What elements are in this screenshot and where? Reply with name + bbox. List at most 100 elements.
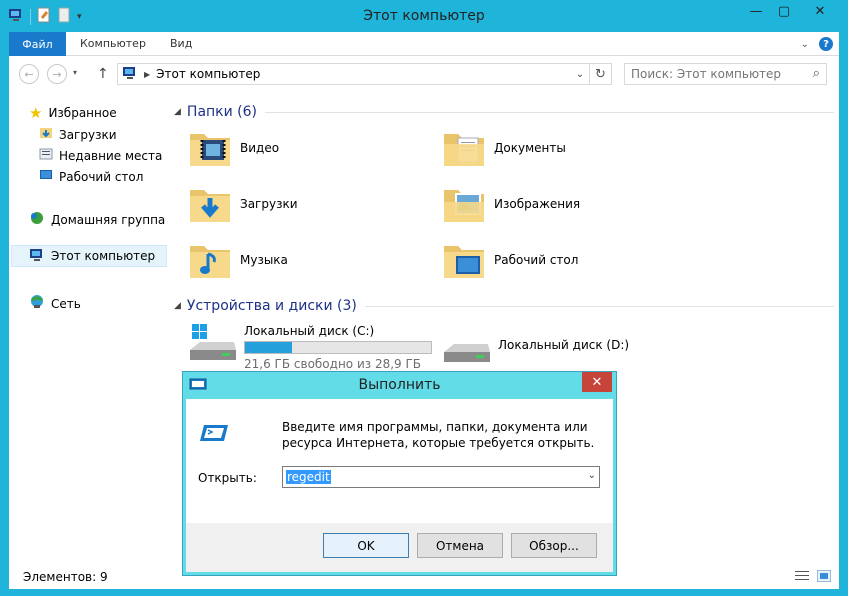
chevron-down-icon[interactable]: ⌄: [588, 470, 596, 481]
devices-group-header[interactable]: ◢ Устройства и диски (3): [174, 298, 834, 314]
drive-icon: [440, 332, 492, 372]
downloads-folder-icon: [39, 126, 53, 143]
drive-usage-bar: [244, 341, 432, 354]
folder-documents[interactable]: Документы: [442, 126, 566, 170]
forward-button[interactable]: →: [47, 64, 67, 84]
title-bar: ▾ Этот компьютер — ▢ ✕: [0, 0, 848, 32]
dialog-body: Введите имя программы, папки, документа …: [186, 399, 613, 572]
maximize-button[interactable]: ▢: [770, 0, 798, 22]
ribbon-tabs: Файл Компьютер Вид ⌄ ?: [9, 32, 839, 56]
close-button[interactable]: ✕: [798, 0, 842, 22]
sidebar-item-label: Рабочий стол: [59, 169, 144, 184]
network-icon: [29, 294, 45, 313]
sidebar-item-homegroup[interactable]: Домашняя группа: [29, 210, 165, 229]
folder-label: Музыка: [240, 253, 288, 267]
large-icons-view-icon[interactable]: [816, 569, 832, 585]
recent-locations-icon[interactable]: ▾: [73, 68, 77, 77]
tab-computer[interactable]: Компьютер: [80, 37, 146, 50]
drive-d[interactable]: Локальный диск (D:): [440, 332, 629, 372]
search-box[interactable]: ⌕: [624, 63, 827, 85]
folder-downloads[interactable]: Загрузки: [188, 182, 298, 226]
view-switcher: [795, 569, 832, 585]
breadcrumb[interactable]: Этот компьютер: [156, 67, 260, 81]
desktop-folder-icon: [442, 238, 486, 282]
collapse-icon[interactable]: ◢: [174, 107, 181, 117]
computer-icon: [29, 248, 45, 265]
sidebar-item-label: Избранное: [48, 106, 117, 120]
window-title: Этот компьютер: [363, 8, 485, 24]
star-icon: ★: [29, 104, 43, 122]
sidebar-item-label: Сеть: [51, 296, 81, 311]
open-combobox[interactable]: regedit ⌄: [282, 466, 600, 488]
minimize-button[interactable]: —: [742, 0, 770, 22]
ribbon-right: ⌄ ?: [801, 37, 833, 51]
sidebar-item-label: Недавние места: [59, 148, 163, 163]
folder-label: Загрузки: [240, 197, 298, 211]
navigation-bar: ← → ▾ ↑ ▶ Этот компьютер ⌄ ↻ ⌕: [9, 59, 839, 89]
folder-label: Рабочий стол: [494, 253, 579, 267]
dialog-close-button[interactable]: ✕: [582, 372, 612, 392]
sidebar-item-label: Домашняя группа: [51, 212, 166, 227]
system-drive-icon: [186, 322, 238, 370]
folder-music[interactable]: Музыка: [188, 238, 288, 282]
explorer-window: ▾ Этот компьютер — ▢ ✕ Файл Компьютер Ви…: [0, 0, 848, 596]
browse-button[interactable]: Обзор...: [511, 533, 597, 558]
sidebar-item-desktop[interactable]: Рабочий стол: [39, 168, 143, 185]
drive-free-space: 21,6 ГБ свободно из 28,9 ГБ: [244, 357, 422, 371]
sidebar-item-network[interactable]: Сеть: [29, 294, 81, 313]
documents-folder-icon: [442, 126, 486, 170]
open-input-value[interactable]: regedit: [286, 470, 331, 484]
expand-ribbon-icon[interactable]: ⌄: [801, 39, 809, 50]
computer-icon: [122, 66, 138, 83]
tab-view[interactable]: Вид: [170, 37, 192, 50]
sidebar-item-favorites[interactable]: ★ Избранное: [29, 104, 117, 122]
sidebar-item-label: Загрузки: [59, 127, 117, 142]
help-icon[interactable]: ?: [819, 37, 833, 51]
drive-label: Локальный диск (D:): [498, 338, 630, 352]
drive-info: Локальный диск (C:) 21,6 ГБ свободно из …: [244, 322, 432, 371]
folder-pictures[interactable]: Изображения: [442, 182, 580, 226]
back-button[interactable]: ←: [19, 64, 39, 84]
tab-file[interactable]: Файл: [9, 32, 66, 56]
music-folder-icon: [188, 238, 232, 282]
group-divider: [265, 111, 834, 113]
search-input[interactable]: [631, 67, 791, 81]
item-count: Элементов: 9: [23, 570, 108, 584]
open-label: Открыть:: [198, 471, 257, 485]
group-label: Устройства и диски (3): [186, 298, 357, 314]
sidebar-item-downloads[interactable]: Загрузки: [39, 126, 117, 143]
run-dialog: Выполнить ✕ Введите имя программы, папки…: [182, 371, 617, 576]
collapse-icon[interactable]: ◢: [174, 301, 181, 311]
group-label: Папки (6): [186, 104, 258, 120]
folder-video[interactable]: Видео: [188, 126, 279, 170]
video-folder-icon: [188, 126, 232, 170]
dialog-description: Введите имя программы, папки, документа …: [282, 420, 595, 450]
refresh-button[interactable]: ↻: [589, 64, 611, 84]
address-dropdown-icon[interactable]: ⌄: [573, 64, 587, 84]
address-bar[interactable]: ▶ Этот компьютер ⌄ ↻: [117, 63, 612, 85]
sidebar-item-label: Этот компьютер: [51, 249, 156, 263]
pictures-folder-icon: [442, 182, 486, 226]
cancel-button[interactable]: Отмена: [417, 533, 503, 558]
breadcrumb-chevron-icon[interactable]: ▶: [144, 70, 150, 79]
run-program-icon: [198, 421, 230, 448]
recent-places-icon: [39, 147, 53, 164]
drive-c[interactable]: Локальный диск (C:) 21,6 ГБ свободно из …: [186, 322, 432, 371]
dialog-title: Выполнить: [358, 377, 441, 393]
desktop-icon: [39, 168, 53, 185]
folder-label: Видео: [240, 141, 280, 155]
ok-button[interactable]: OK: [323, 533, 409, 558]
folder-label: Изображения: [494, 197, 581, 211]
up-button[interactable]: ↑: [97, 66, 109, 82]
details-view-icon[interactable]: [795, 570, 809, 585]
folders-group-header[interactable]: ◢ Папки (6): [174, 104, 834, 120]
homegroup-icon: [29, 210, 45, 229]
folder-label: Документы: [494, 141, 566, 155]
sidebar-item-recent[interactable]: Недавние места: [39, 147, 162, 164]
folder-desktop[interactable]: Рабочий стол: [442, 238, 578, 282]
drive-usage-fill: [245, 342, 292, 353]
downloads-folder-icon: [188, 182, 232, 226]
drive-label: Локальный диск (C:): [244, 324, 375, 338]
search-icon[interactable]: ⌕: [813, 66, 820, 81]
sidebar-item-thispc[interactable]: Этот компьютер: [11, 245, 167, 267]
